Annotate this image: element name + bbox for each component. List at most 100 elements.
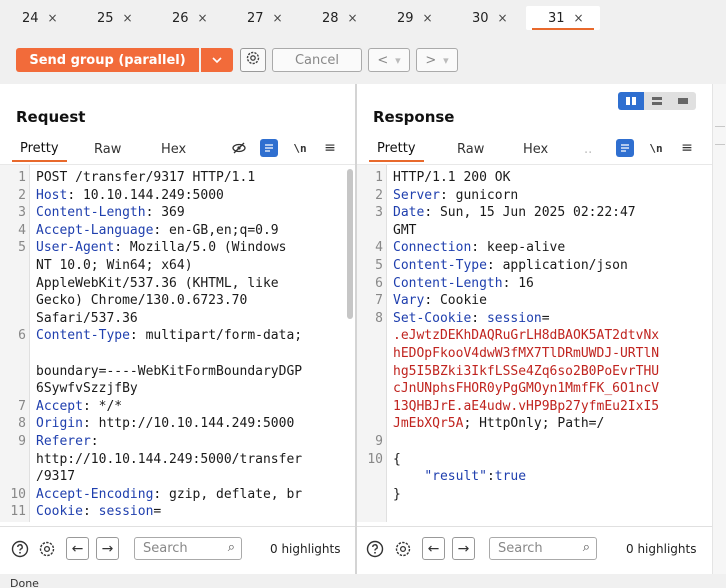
code-token: : http://10.10.144.249:5000 xyxy=(82,416,295,432)
next-match-button[interactable]: → xyxy=(452,537,475,560)
tab-25[interactable]: 25 × xyxy=(75,6,145,30)
request-editor[interactable]: 1 POST /transfer/9317 HTTP/1.1 2 Host: 10.1… xyxy=(0,164,356,522)
code-token: : 369 xyxy=(145,205,185,221)
line-number: 7 xyxy=(18,398,26,414)
gear-icon[interactable] xyxy=(37,539,57,559)
cancel-button[interactable]: Cancel xyxy=(272,48,362,72)
tab-raw[interactable]: Raw xyxy=(86,136,129,162)
line-number: 4 xyxy=(18,222,26,238)
code-token: : xyxy=(486,469,495,485)
line-number: 3 xyxy=(375,205,383,221)
tab-31[interactable]: 31 × xyxy=(526,6,600,30)
menu-icon[interactable]: ≡ xyxy=(321,139,339,157)
tab-label: 29 xyxy=(397,10,414,26)
layout-side-by-side-icon[interactable] xyxy=(618,92,644,110)
code-token: JmEbXQr5A xyxy=(393,416,464,432)
highlights-count: 0 highlights xyxy=(626,542,697,556)
tab-label: 28 xyxy=(322,10,339,26)
previous-match-button[interactable]: ← xyxy=(422,537,445,560)
tab-hex[interactable]: Hex xyxy=(515,136,556,162)
tab-label: 31 xyxy=(548,10,565,26)
code-text: Content-Type: multipart/form-data; xyxy=(36,327,302,345)
code-token: true xyxy=(494,469,527,485)
tab-pretty[interactable]: Pretty xyxy=(12,136,67,162)
search-input[interactable]: Search ⌕ xyxy=(489,537,597,560)
tab-29[interactable]: 29 × xyxy=(375,6,445,30)
code-token: : gunicorn xyxy=(439,187,519,203)
tab-26[interactable]: 26 × xyxy=(150,6,220,30)
hide-icon[interactable] xyxy=(230,139,248,157)
code-text: hEDOpFkooV4dwW3fMX7TlDRmUWDJ-URTlN xyxy=(393,345,659,363)
tab-24[interactable]: 24 × xyxy=(0,6,70,30)
forward-button[interactable]: > ▾ xyxy=(416,48,458,72)
code-token: Gecko) Chrome/130.0.6723.70 xyxy=(36,293,248,309)
code-text: Safari/537.36 xyxy=(36,310,138,328)
code-token: Server xyxy=(393,187,440,203)
send-group-button[interactable]: Send group (parallel) xyxy=(16,48,199,72)
close-icon[interactable]: × xyxy=(498,11,508,25)
tab-label: 27 xyxy=(247,10,264,26)
code-token: ; HttpOnly; Path=/ xyxy=(463,416,605,432)
tab-overflow[interactable]: .. xyxy=(576,136,600,162)
highlights-count: 0 highlights xyxy=(270,542,341,556)
scrollbar[interactable] xyxy=(347,169,353,319)
code-text: cJnUNphsFHOR0yPgGMOyn1MmfFK_6O1ncV xyxy=(393,380,659,398)
newline-icon[interactable]: \n xyxy=(291,139,309,157)
search-input[interactable]: Search ⌕ xyxy=(134,537,242,560)
tab-28[interactable]: 28 × xyxy=(300,6,370,30)
code-token: 13QHBJrE.aE4udw.vHP9Bp27yfmEu2IxI5 xyxy=(393,398,660,414)
close-icon[interactable]: × xyxy=(198,11,208,25)
close-icon[interactable]: × xyxy=(48,11,58,25)
code-token: Origin xyxy=(36,416,83,432)
line-number: 8 xyxy=(375,310,383,326)
code-token: Content-Type xyxy=(36,328,130,344)
code-token: : application/json xyxy=(486,258,628,273)
line-number: 6 xyxy=(375,275,383,291)
close-icon[interactable]: × xyxy=(273,11,283,25)
message-actions-icon[interactable] xyxy=(260,139,278,157)
tab-hex[interactable]: Hex xyxy=(153,136,194,162)
search-icon: ⌕ xyxy=(582,540,590,555)
line-number: 3 xyxy=(18,205,26,221)
tab-30[interactable]: 30 × xyxy=(450,6,520,30)
code-token: Accept-Language xyxy=(36,222,154,238)
tab-pretty[interactable]: Pretty xyxy=(369,136,424,162)
tab-27[interactable]: 27 × xyxy=(225,6,295,30)
chevron-down-icon[interactable] xyxy=(201,48,233,72)
code-token: : multipart/form-data; xyxy=(129,328,303,344)
layout-tabs-icon[interactable] xyxy=(670,92,696,110)
tab-raw[interactable]: Raw xyxy=(449,136,492,162)
line-number: 6 xyxy=(18,328,26,344)
next-match-button[interactable]: → xyxy=(96,537,119,560)
side-scrollbar[interactable] xyxy=(712,84,726,574)
message-actions-icon[interactable] xyxy=(616,139,634,157)
help-icon[interactable] xyxy=(10,539,30,559)
dropdown-icon: ▾ xyxy=(443,53,449,67)
gear-icon[interactable] xyxy=(393,539,413,559)
close-icon[interactable]: × xyxy=(123,11,133,25)
code-token: session xyxy=(98,504,154,520)
code-text: .eJwtzDEKhDAQRuGrLH8dBAOK5AT2dtvNx xyxy=(393,327,659,345)
code-text: Accept-Language: en-GB,en;q=0.9 xyxy=(36,222,279,240)
layout-toggle xyxy=(618,92,696,110)
newline-icon[interactable]: \n xyxy=(647,139,665,157)
code-token: boundary=----WebKitFormBoundaryDGP xyxy=(36,363,303,379)
previous-match-button[interactable]: ← xyxy=(66,537,89,560)
dropdown-icon: ▾ xyxy=(395,53,401,67)
line-number: 2 xyxy=(375,187,383,203)
code-token: session xyxy=(486,310,542,326)
back-button[interactable]: < ▾ xyxy=(368,48,410,72)
tab-label: 30 xyxy=(472,10,489,26)
code-token: { xyxy=(393,451,401,467)
layout-stacked-icon[interactable] xyxy=(644,92,670,110)
line-number: 5 xyxy=(375,258,383,273)
response-editor[interactable]: 1 HTTP/1.1 200 OK 2 Server: gunicorn 3 Date: … xyxy=(357,164,712,522)
close-icon[interactable]: × xyxy=(348,11,358,25)
close-icon[interactable]: × xyxy=(574,11,584,25)
code-text: Cookie: session= xyxy=(36,503,161,521)
menu-icon[interactable]: ≡ xyxy=(678,139,696,157)
code-text: Accept-Encoding: gzip, deflate, br xyxy=(36,486,302,504)
settings-button[interactable] xyxy=(240,48,266,72)
help-icon[interactable] xyxy=(365,539,385,559)
close-icon[interactable]: × xyxy=(423,11,433,25)
